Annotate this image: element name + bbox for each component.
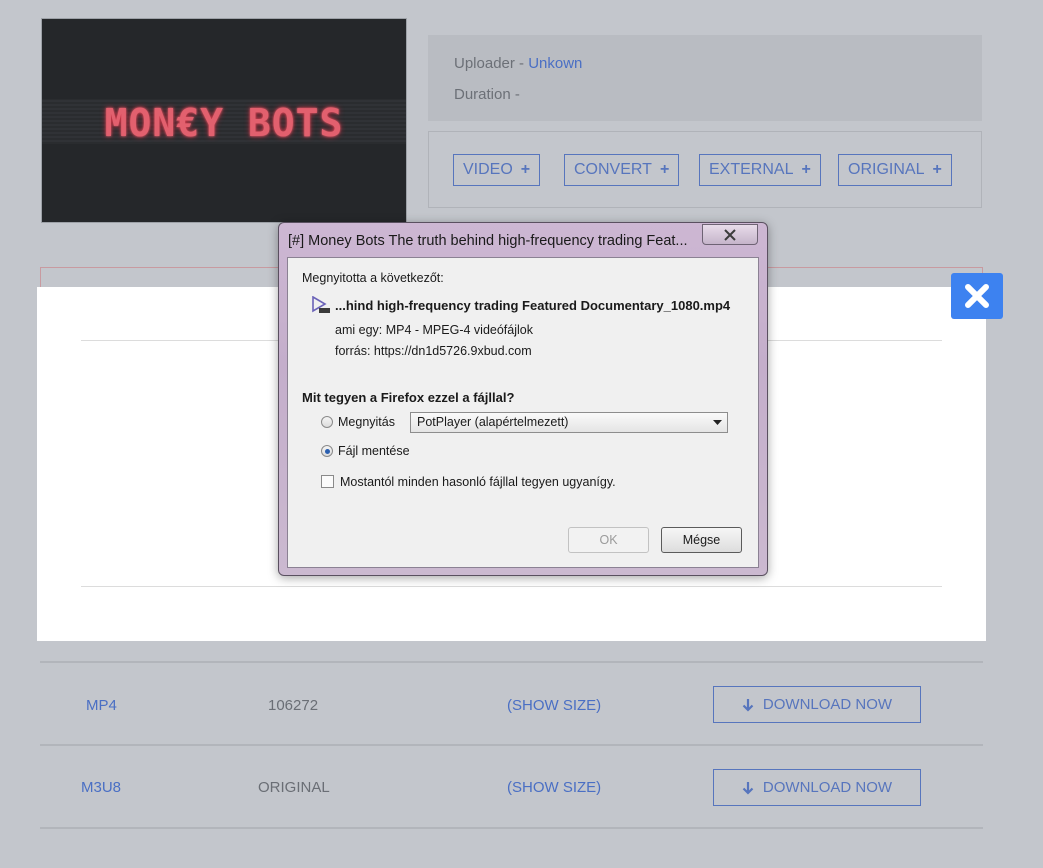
file-type: ami egy: MP4 - MPEG-4 videófájlok [335,323,533,337]
row-separator [40,827,983,829]
plus-icon: + [520,161,531,178]
show-size-link[interactable]: (SHOW SIZE) [507,779,601,796]
uploader-label: Uploader - [454,55,529,72]
dialog-body: Megnyitotta a következőt: ...hind high-f… [287,257,759,568]
duration-row: Duration - [454,86,956,117]
format-tabs: VIDEO + CONVERT + EXTERNAL + ORIGINAL + [428,131,982,208]
open-with-label: Megnyitás [338,415,395,429]
close-modal-button[interactable] [951,273,1003,319]
download-dialog: [#] Money Bots The truth behind high-fre… [278,222,768,576]
row-separator [40,661,983,663]
video-file-icon [312,296,330,313]
plus-icon: + [801,161,811,178]
video-info-box: Uploader - Unkown Duration - [428,35,982,121]
tab-label: ORIGINAL [848,161,925,178]
download-button[interactable]: DOWNLOAD NOW [713,686,921,723]
save-file-label: Fájl mentése [338,444,410,458]
tab-convert[interactable]: CONVERT + [564,154,680,186]
tab-label: VIDEO [463,161,513,178]
action-question: Mit tegyen a Firefox ezzel a fájllal? [302,390,515,405]
uploader-row: Uploader - Unkown [454,55,956,86]
download-button[interactable]: DOWNLOAD NOW [713,769,921,806]
tab-video[interactable]: VIDEO + [453,154,541,186]
format-link[interactable]: MP4 [86,697,117,714]
page: MON€Y BOTS Uploader - Unkown Duration - … [0,0,1043,868]
open-with-select[interactable]: PotPlayer (alapértelmezett) [410,412,728,433]
open-with-radio[interactable] [321,416,333,428]
video-thumbnail: MON€Y BOTS [41,18,407,223]
selected-app: PotPlayer (alapértelmezett) [417,415,569,429]
show-size-link[interactable]: (SHOW SIZE) [507,697,601,714]
close-icon [965,284,989,308]
duration-label: Duration - [454,86,520,103]
tab-label: EXTERNAL [709,161,794,178]
arrow-down-icon [742,698,754,712]
row-separator [40,744,983,746]
file-source: forrás: https://dn1d5726.9xbud.com [335,344,532,358]
download-label: DOWNLOAD NOW [762,779,893,796]
dialog-close-button[interactable] [702,224,758,245]
file-name: ...hind high-frequency trading Featured … [335,298,731,313]
download-label: DOWNLOAD NOW [762,696,893,713]
divider [81,586,942,587]
tab-external[interactable]: EXTERNAL + [699,154,821,186]
plus-icon: + [659,161,670,178]
opened-label: Megnyitotta a következőt: [302,271,444,285]
remember-label: Mostantól minden hasonló fájllal tegyen … [340,475,616,489]
cancel-button[interactable]: Mégse [661,527,742,553]
format-link[interactable]: M3U8 [81,779,121,796]
remember-checkbox[interactable] [321,475,334,488]
ok-button[interactable]: OK [568,527,649,553]
save-file-radio[interactable] [321,445,333,457]
file-id: 106272 [268,697,319,714]
arrow-down-icon [742,781,754,795]
close-icon [724,228,736,241]
uploader-link[interactable]: Unkown [528,55,582,72]
tab-label: CONVERT [574,161,652,178]
plus-icon: + [932,161,942,178]
dropdown-arrow-icon [713,420,722,425]
thumbnail-logo: MON€Y BOTS [104,101,344,145]
tab-original[interactable]: ORIGINAL + [838,154,952,186]
file-id: ORIGINAL [258,779,330,796]
dialog-title: [#] Money Bots The truth behind high-fre… [288,233,688,249]
